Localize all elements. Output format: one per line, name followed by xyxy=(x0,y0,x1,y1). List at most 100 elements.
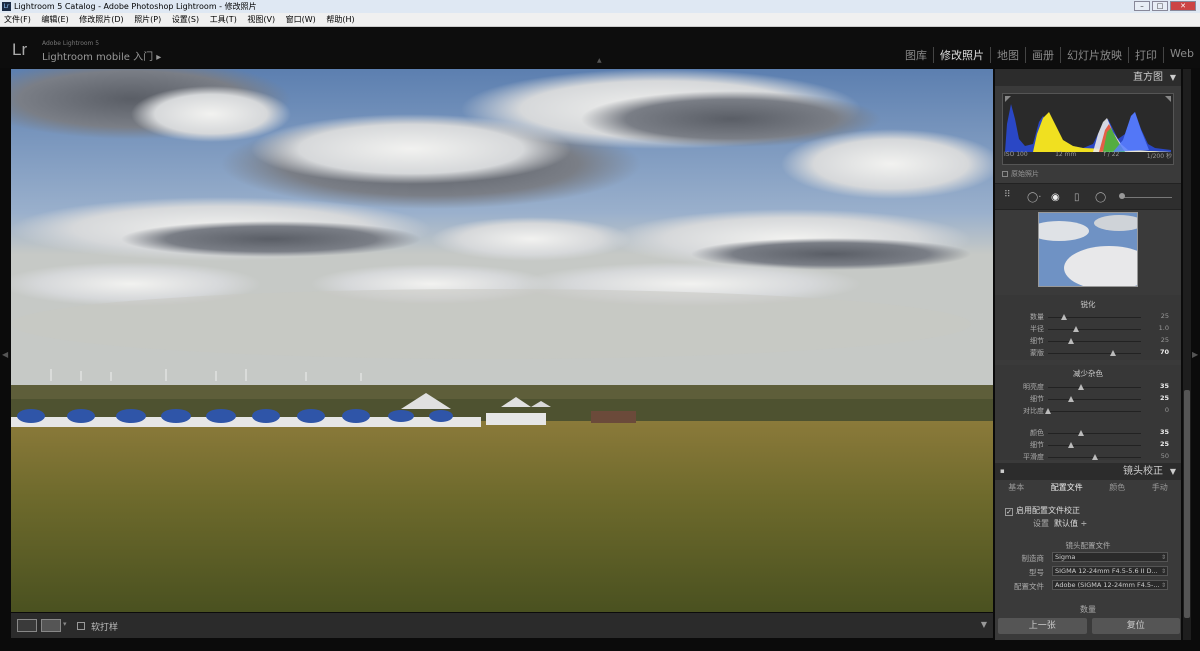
sharpening-slider-row[interactable]: 细节 25 xyxy=(995,336,1181,348)
mobile-link[interactable]: Lightroom mobile 入门 ▸ xyxy=(42,48,161,63)
tab-profile[interactable]: 配置文件 xyxy=(1051,480,1083,496)
right-panel-toggle-icon[interactable]: ▶ xyxy=(1192,350,1198,359)
close-button[interactable]: ✕ xyxy=(1170,1,1196,11)
reset-button[interactable]: 复位 xyxy=(1091,618,1180,634)
crop-tool-icon[interactable]: ⠿ xyxy=(1004,190,1011,200)
view-dropdown-icon[interactable]: ▾ xyxy=(63,620,67,628)
collapse-triangle-icon[interactable]: ▼ xyxy=(1170,463,1176,480)
slider-value[interactable]: 70 xyxy=(1160,348,1169,356)
detail-preview-image xyxy=(1039,213,1137,286)
tab-manual[interactable]: 手动 xyxy=(1152,480,1168,496)
slider-value[interactable]: 35 xyxy=(1160,382,1169,390)
slider-knob[interactable] xyxy=(1078,430,1084,436)
enable-profile-row[interactable]: ✓ 启用配置文件校正 xyxy=(1005,505,1080,516)
slider-knob[interactable] xyxy=(1061,314,1067,320)
slider-label: 蒙版 xyxy=(1030,349,1044,357)
slider-value[interactable]: 35 xyxy=(1160,428,1169,436)
menu-tools[interactable]: 工具(T) xyxy=(210,15,237,24)
minimize-button[interactable]: – xyxy=(1134,1,1150,11)
slider-track[interactable] xyxy=(1048,387,1141,388)
module-book[interactable]: 画册 xyxy=(1025,47,1060,63)
slider-value[interactable]: 25 xyxy=(1161,336,1169,344)
panel-switch-icon[interactable]: ▪ xyxy=(1000,463,1005,480)
noise-slider-row[interactable]: 细节 25 xyxy=(995,440,1181,452)
lens-profile-select[interactable]: Sigma xyxy=(1052,552,1168,562)
original-photo-toggle[interactable]: 原始照片 xyxy=(1002,169,1039,179)
toolbar-menu-icon[interactable]: ▼ xyxy=(981,620,987,629)
red-eye-icon[interactable]: ◉ xyxy=(1051,192,1060,203)
sharpening-slider-row[interactable]: 半径 1.0 xyxy=(995,324,1181,336)
slider-knob[interactable] xyxy=(1045,408,1051,414)
maximize-button[interactable]: □ xyxy=(1152,1,1168,11)
setup-row[interactable]: 设置 默认值 ÷ xyxy=(1033,518,1087,529)
noise-slider-row[interactable]: 颜色 35 xyxy=(995,428,1181,440)
title-bar: Lr Lightroom 5 Catalog - Adobe Photoshop… xyxy=(0,0,1200,13)
softproof-checkbox[interactable] xyxy=(77,622,85,630)
noise-reduction-title: 减少杂色 xyxy=(1073,369,1103,378)
menu-settings[interactable]: 设置(S) xyxy=(172,15,199,24)
slider-value[interactable]: 0 xyxy=(1165,406,1169,414)
slider-track[interactable] xyxy=(1048,445,1141,446)
slider-knob[interactable] xyxy=(1068,396,1074,402)
module-develop[interactable]: 修改照片 xyxy=(933,47,990,63)
slider-knob[interactable] xyxy=(1068,338,1074,344)
spot-removal-icon[interactable]: ◯· xyxy=(1027,192,1041,203)
module-web[interactable]: Web xyxy=(1163,47,1200,63)
module-print[interactable]: 打印 xyxy=(1128,47,1163,63)
slider-track[interactable] xyxy=(1048,411,1141,412)
left-panel-toggle-icon[interactable]: ◀ xyxy=(2,350,8,359)
slider-track[interactable] xyxy=(1048,353,1141,354)
previous-button[interactable]: 上一张 xyxy=(998,618,1087,634)
menu-develop[interactable]: 修改照片(D) xyxy=(79,15,123,24)
module-library[interactable]: 图库 xyxy=(899,47,933,63)
sharpening-slider-row[interactable]: 数量 25 xyxy=(995,312,1181,324)
tab-basic[interactable]: 基本 xyxy=(1008,480,1024,496)
slider-value[interactable]: 25 xyxy=(1160,440,1169,448)
slider-knob[interactable] xyxy=(1068,442,1074,448)
slider-knob[interactable] xyxy=(1092,454,1098,460)
lens-profile-select[interactable]: SIGMA 12-24mm F4.5-5.6 II D... xyxy=(1052,566,1168,576)
original-photo-label: 原始照片 xyxy=(1011,170,1039,178)
setup-value[interactable]: 默认值 ÷ xyxy=(1054,519,1087,528)
collapse-triangle-icon[interactable]: ▼ xyxy=(1170,69,1176,86)
menu-edit[interactable]: 编辑(E) xyxy=(41,15,68,24)
lens-corrections-header[interactable]: ▪ 镜头校正 ▼ xyxy=(995,463,1181,480)
slider-track[interactable] xyxy=(1048,433,1141,434)
before-after-view-button[interactable] xyxy=(41,619,61,632)
menu-view[interactable]: 视图(V) xyxy=(247,15,275,24)
enable-profile-checkbox[interactable]: ✓ xyxy=(1005,508,1013,516)
slider-knob[interactable] xyxy=(1110,350,1116,356)
menu-help[interactable]: 帮助(H) xyxy=(326,15,354,24)
module-map[interactable]: 地图 xyxy=(990,47,1025,63)
menu-file[interactable]: 文件(F) xyxy=(4,15,31,24)
slider-value[interactable]: 25 xyxy=(1160,394,1169,402)
noise-slider-row[interactable]: 明亮度 35 xyxy=(995,382,1181,394)
slider-track[interactable] xyxy=(1048,399,1141,400)
lens-profile-select[interactable]: Adobe (SIGMA 12-24mm F4.5-... xyxy=(1052,580,1168,590)
loupe-view-button[interactable] xyxy=(17,619,37,632)
slider-knob[interactable] xyxy=(1078,384,1084,390)
slider-track[interactable] xyxy=(1048,329,1141,330)
module-slideshow[interactable]: 幻灯片放映 xyxy=(1060,47,1128,63)
photo-viewer[interactable] xyxy=(11,69,993,612)
adjustment-brush-icon[interactable] xyxy=(1119,193,1125,199)
noise-slider-row[interactable]: 对比度 0 xyxy=(995,406,1181,418)
histogram-header[interactable]: 直方图 ▼ xyxy=(995,69,1181,86)
noise-slider-row[interactable]: 细节 25 xyxy=(995,394,1181,406)
slider-value[interactable]: 1.0 xyxy=(1159,324,1169,332)
top-panel-toggle-icon[interactable]: ▲ xyxy=(597,57,602,64)
original-photo-checkbox[interactable] xyxy=(1002,171,1008,177)
graduated-filter-icon[interactable]: ▯ xyxy=(1074,192,1080,203)
menu-photo[interactable]: 照片(P) xyxy=(134,15,161,24)
tab-color[interactable]: 颜色 xyxy=(1109,480,1125,496)
radial-filter-icon[interactable]: ◯ xyxy=(1095,192,1106,203)
menu-window[interactable]: 窗口(W) xyxy=(286,15,316,24)
adjustment-brush-slider[interactable] xyxy=(1120,197,1172,198)
slider-value[interactable]: 25 xyxy=(1161,312,1169,320)
scrollbar-thumb[interactable] xyxy=(1184,390,1190,618)
sharpening-slider-row[interactable]: 蒙版 70 xyxy=(995,348,1181,360)
slider-knob[interactable] xyxy=(1073,326,1079,332)
slider-value[interactable]: 50 xyxy=(1161,452,1169,460)
slider-track[interactable] xyxy=(1048,341,1141,342)
detail-preview-thumbnail[interactable] xyxy=(1038,212,1138,287)
